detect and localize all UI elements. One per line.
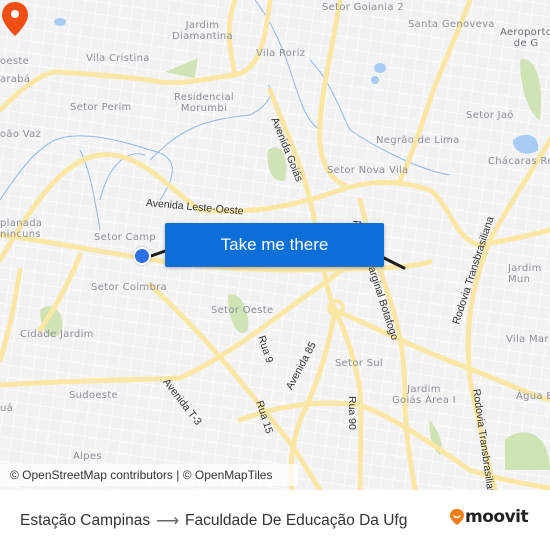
neighborhood-label: Jardim Mun [508,263,542,285]
neighborhood-label: Setor Nova Vila [327,165,409,176]
origin-name: Estação Campinas [20,512,151,529]
destination-marker[interactable] [0,0,30,40]
neighborhood-label: Negrão de Lima [376,135,460,146]
lake [374,63,386,73]
neighborhood-label: Santa Genoveva [408,19,495,30]
lake [371,76,379,84]
origin-marker[interactable] [133,247,151,265]
neighborhood-label: uá [0,403,14,414]
neighborhood-label: Vila Mar [506,334,549,345]
lake [54,18,66,26]
destination-name: Faculdade De Educação Da Ufg [185,512,408,529]
neighborhood-label: planada nincuns [0,218,43,240]
neighborhood-label: Alpes [73,451,102,462]
pin-dot [11,10,19,18]
neighborhood-label: Setor Perim [70,102,132,113]
neighborhood-label: Residencial Morumbi [174,92,234,114]
neighborhood-label: Setor Goiania 2 [322,2,404,13]
neighborhood-label: Setor Campinas [94,232,156,243]
neighborhood-label: oeste [0,56,30,67]
neighborhood-label: arabá [0,74,31,85]
neighborhood-label: Setor Jaó [466,110,514,121]
neighborhood-label: Jardim Diamantina [172,20,233,42]
neighborhood-label: Cidade Jardim [20,329,94,340]
moovit-pin-icon [450,509,464,525]
moovit-logo[interactable]: moovit [449,507,529,527]
take-me-there-button[interactable]: Take me there [165,223,384,267]
neighborhood-label: Vila Roriz [256,48,306,59]
neighborhood-label: Água B [516,391,550,402]
neighborhood-label: Sudoeste [69,390,118,401]
airport-label: Aeroporto de G [500,27,550,49]
map-attribution[interactable]: © OpenStreetMap contributors | © OpenMap… [0,464,298,486]
brand-name: moovit [465,507,529,527]
neighborhood-label: oão Vaz [0,129,42,140]
map-view[interactable]: Jardim Diamantina Vila Cristina Setor Per… [0,0,550,490]
neighborhood-label: Chácaras Re [488,156,550,167]
neighborhood-label: Vila Cristina [86,53,150,64]
neighborhood-label: Setor Coimbra [91,282,167,293]
arrow-right-icon: ⟶ [156,513,180,530]
map-pin-icon [2,2,28,36]
route-summary: Estação Campinas ⟶ Faculdade De Educação… [20,511,407,531]
neighborhood-label: Setor Oeste [211,305,274,316]
neighborhood-label: Setor Sul [335,358,383,369]
road-label: Rua 90 [346,396,358,430]
neighborhood-label: Jardim Goiás Área I [392,384,456,406]
